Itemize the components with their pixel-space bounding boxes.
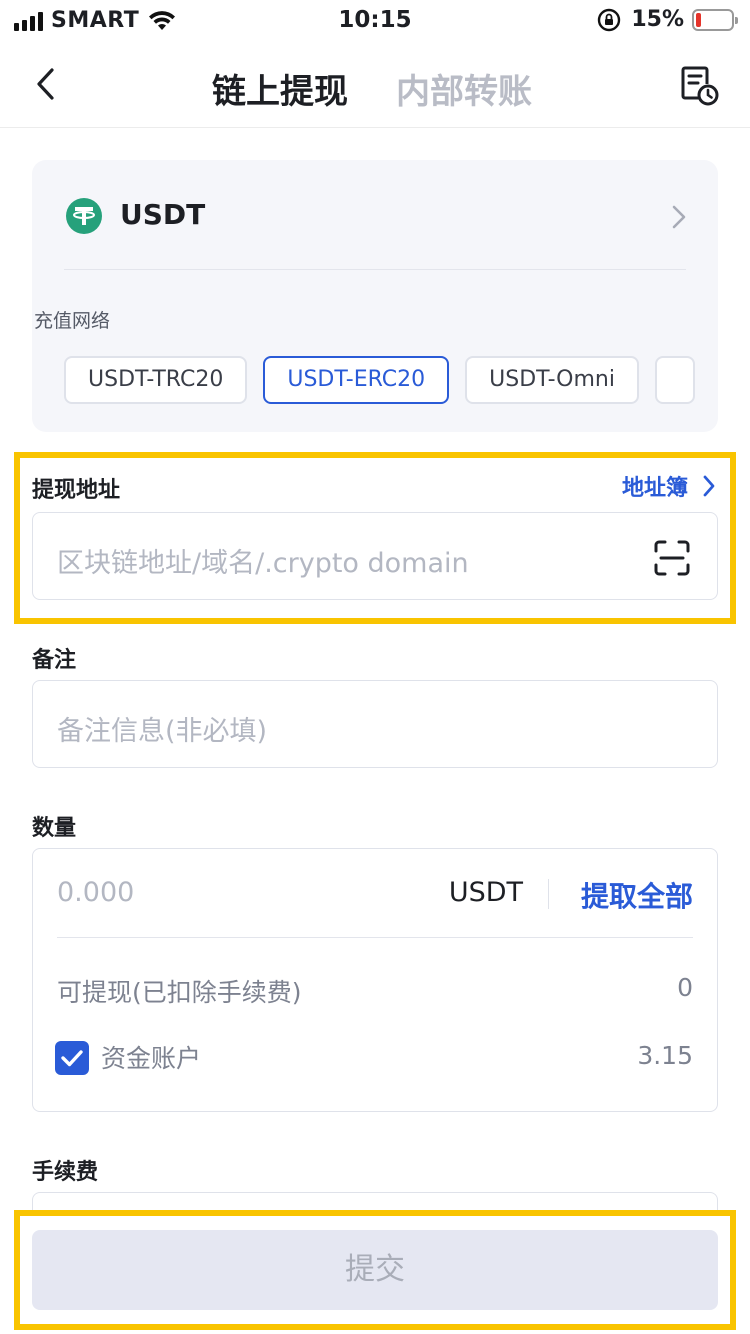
amount-input[interactable]: 0.000: [57, 877, 134, 908]
network-label: 充值网络: [34, 310, 111, 332]
submit-bar: 提交: [0, 1210, 750, 1334]
network-chip-more[interactable]: [654, 356, 695, 404]
coin-card: USDT USDT-TRC20 USDT-ERC20 USDT-Omni: [32, 160, 718, 432]
coin-selector[interactable]: USDT: [32, 160, 718, 270]
battery-percent: 15%: [631, 7, 684, 32]
address-book-link[interactable]: 地址簿: [622, 470, 716, 502]
address-placeholder: 区块链地址/域名/.crypto domain: [57, 548, 469, 579]
rotation-lock-icon: [598, 8, 621, 31]
network-options: USDT-TRC20 USDT-ERC20 USDT-Omni: [64, 356, 695, 404]
divider: [548, 879, 549, 909]
fee-label: 手续费: [32, 1160, 99, 1185]
fund-account-value: 3.15: [637, 1041, 693, 1070]
amount-label: 数量: [32, 816, 77, 841]
divider: [64, 269, 686, 270]
amount-unit: USDT: [448, 877, 523, 908]
address-input[interactable]: 区块链地址/域名/.crypto domain: [32, 512, 718, 600]
status-right: 15%: [597, 7, 738, 32]
tab-internal-transfer[interactable]: 内部转账: [396, 64, 532, 113]
network-chip-erc20[interactable]: USDT-ERC20: [263, 356, 450, 404]
nav-bar: 链上提现 内部转账: [0, 42, 750, 128]
tab-onchain-withdraw[interactable]: 链上提现: [212, 64, 348, 113]
checkbox-checked-icon[interactable]: [55, 1041, 89, 1075]
divider: [57, 937, 693, 938]
battery-fill: [696, 12, 702, 27]
chevron-right-icon: [703, 475, 715, 497]
status-bar: SMART 10:15 15%: [0, 0, 750, 42]
amount-panel: 0.000 USDT 提取全部 可提现(已扣除手续费) 0 资金账户 3.15: [32, 848, 718, 1112]
memo-placeholder: 备注信息(非必填): [57, 716, 268, 747]
network-chip-trc20[interactable]: USDT-TRC20: [64, 356, 248, 404]
submit-button[interactable]: 提交: [32, 1230, 718, 1310]
chevron-left-icon[interactable]: [28, 62, 64, 106]
address-label: 提现地址: [32, 478, 121, 503]
battery-icon: [692, 8, 738, 31]
coin-name: USDT: [120, 198, 206, 231]
chevron-right-icon: [672, 205, 686, 229]
address-book-label: 地址簿: [621, 476, 688, 501]
withdraw-all-button[interactable]: 提取全部: [581, 875, 693, 915]
scan-icon[interactable]: [653, 539, 691, 577]
network-chip-omni[interactable]: USDT-Omni: [465, 356, 639, 404]
memo-label: 备注: [32, 648, 77, 673]
tether-icon: [66, 198, 102, 234]
record-history-icon[interactable]: [676, 64, 720, 108]
available-value: 0: [677, 973, 693, 1002]
memo-input[interactable]: 备注信息(非必填): [32, 680, 718, 768]
fund-account-label: 资金账户: [101, 1044, 202, 1073]
available-label: 可提现(已扣除手续费): [57, 978, 302, 1007]
